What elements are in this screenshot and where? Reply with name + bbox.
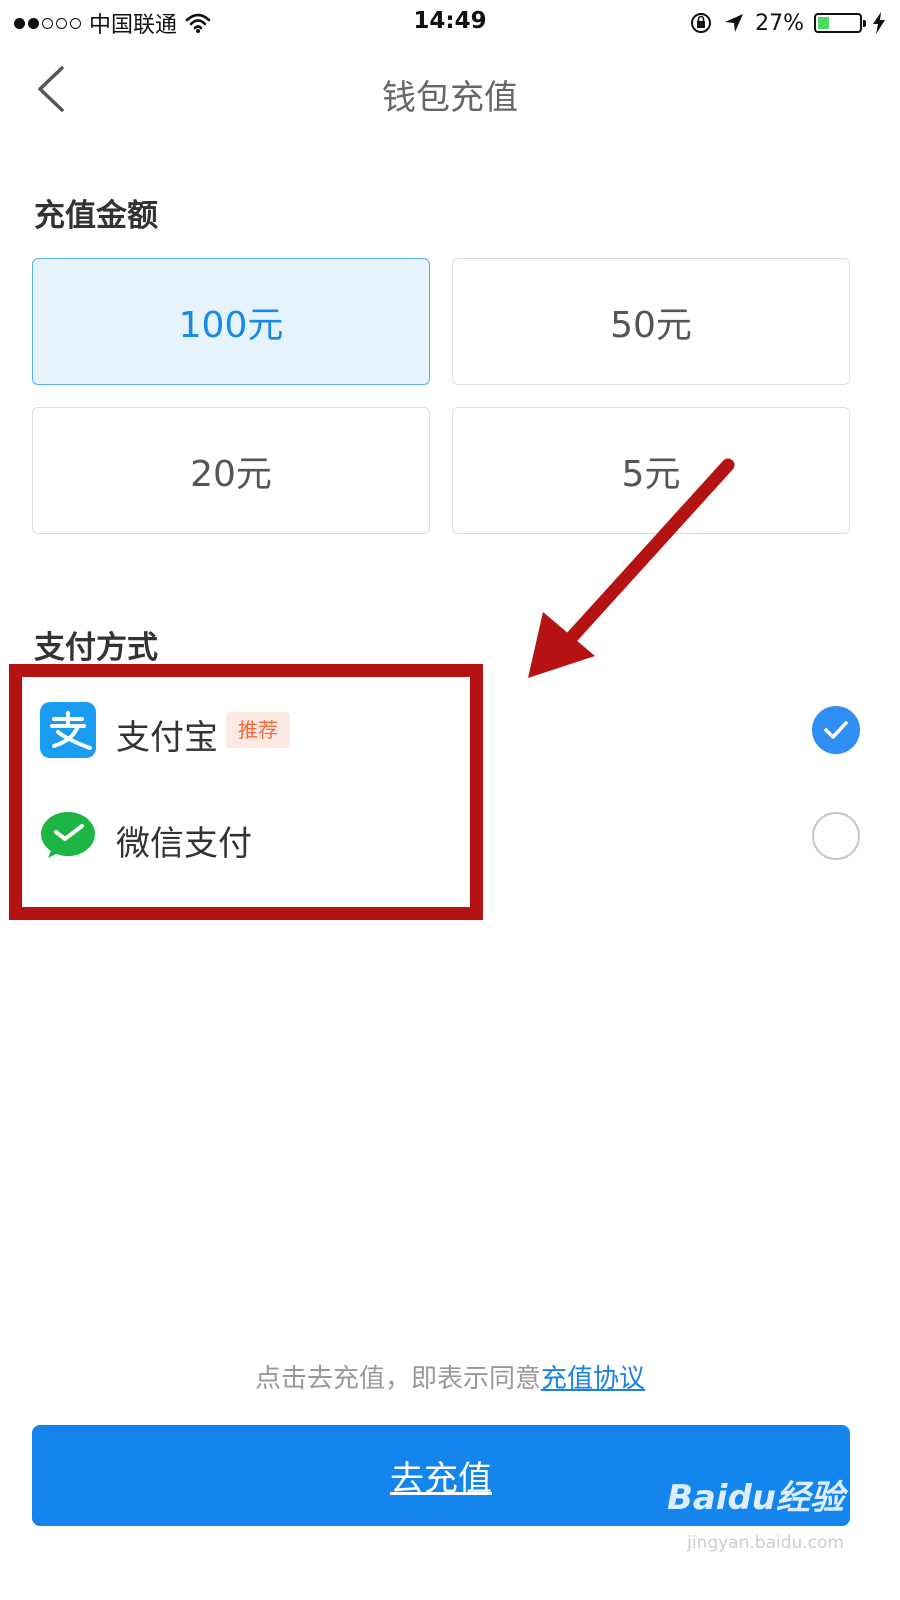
battery-icon [814,13,866,33]
submit-label: 去充值 [390,1460,492,1498]
location-arrow-icon [725,14,744,32]
baidu-watermark: Baidu经验 jingyan.baidu.com [667,1470,844,1553]
amount-option-20[interactable]: 20元 [32,407,430,534]
battery-percent: 27% [755,10,804,36]
recommend-badge: 推荐 [226,712,290,748]
nav-bar: 钱包充值 [0,52,900,128]
amount-section-label: 充值金额 [34,198,158,234]
payment-row-wechat[interactable]: 微信支付 [40,796,860,876]
wechat-pay-label: 微信支付 [116,824,252,864]
watermark-logo: Baidu经验 [666,1478,844,1518]
agreement-text: 点击去充值，即表示同意充值协议 [254,1364,646,1394]
status-bar: 中国联通 14:49 27% [0,0,900,44]
rotation-lock-icon [691,13,712,33]
page-title: 钱包充值 [382,78,518,118]
agreement-link[interactable]: 充值协议 [541,1364,645,1394]
alipay-radio[interactable] [812,706,860,754]
wechat-pay-radio[interactable] [812,812,860,860]
amount-option-5[interactable]: 5元 [452,407,850,534]
payment-row-alipay[interactable]: 支付宝 推荐 [40,690,860,770]
watermark-url: jingyan.baidu.com [687,1533,844,1553]
alipay-icon [40,702,96,758]
amount-option-100[interactable]: 100元 [32,258,430,385]
check-icon [824,721,848,739]
alipay-label: 支付宝 [116,718,218,758]
payment-section-label: 支付方式 [34,630,158,666]
amount-option-50[interactable]: 50元 [452,258,850,385]
wechat-pay-icon [41,812,95,858]
charging-icon [873,12,885,34]
